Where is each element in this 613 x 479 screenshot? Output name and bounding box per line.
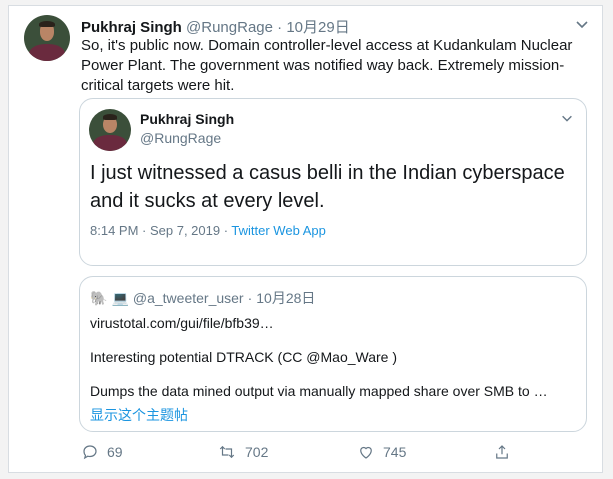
- chevron-down-icon[interactable]: [574, 16, 590, 32]
- second-quoted-tweet[interactable]: 🐘 💻 @a_tweeter_user · 10月28日 virustotal.…: [79, 276, 587, 432]
- like-count: 745: [383, 444, 407, 460]
- author-avatar[interactable]: [24, 15, 70, 61]
- second-quote-avatar[interactable]: 🐘: [90, 290, 107, 307]
- second-quote-header: 🐘 💻 @a_tweeter_user · 10月28日: [90, 288, 315, 308]
- header-separator: ·: [277, 19, 283, 36]
- tweet-actions: 69 702 745: [81, 443, 521, 465]
- share-icon: [496, 445, 508, 459]
- chevron-down-icon[interactable]: [560, 111, 574, 125]
- quoted-tweet[interactable]: Pukhraj Singh @RungRage I just witnessed…: [79, 98, 587, 266]
- tweet-header: Pukhraj Singh @RungRage · 10月29日: [81, 16, 350, 37]
- second-quote-line-1: virustotal.com/gui/file/bfb39…: [90, 315, 274, 331]
- tweet-card[interactable]: Pukhraj Singh @RungRage · 10月29日 So, it'…: [8, 5, 603, 473]
- tweet-date[interactable]: 10月29日: [286, 19, 349, 36]
- share-button[interactable]: [493, 443, 519, 461]
- retweet-icon: [219, 445, 235, 459]
- second-quote-handle[interactable]: @a_tweeter_user: [133, 290, 244, 306]
- like-button[interactable]: 745: [357, 443, 406, 461]
- author-name[interactable]: Pukhraj Singh: [81, 19, 182, 36]
- second-quote-separator: ·: [247, 290, 253, 306]
- retweet-button[interactable]: 702: [217, 443, 268, 461]
- reply-count: 69: [107, 444, 123, 460]
- reply-button[interactable]: 69: [81, 443, 123, 461]
- show-thread-link[interactable]: 显示这个主题帖: [90, 405, 188, 425]
- quoted-author-avatar[interactable]: [89, 109, 131, 151]
- like-icon: [360, 446, 372, 459]
- quoted-tweet-meta: 8:14 PM · Sep 7, 2019 · Twitter Web App: [90, 223, 326, 238]
- tweet-text: So, it's public now. Domain controller-l…: [81, 37, 573, 94]
- quoted-tweet-source[interactable]: Twitter Web App: [231, 223, 325, 238]
- second-quote-name[interactable]: 💻: [111, 290, 128, 307]
- second-quote-line-2: Interesting potential DTRACK (CC @Mao_Wa…: [90, 349, 398, 365]
- reply-icon: [83, 445, 97, 460]
- author-handle[interactable]: @RungRage: [186, 19, 273, 36]
- second-quote-date[interactable]: 10月28日: [256, 288, 315, 308]
- quoted-tweet-timestamp[interactable]: 8:14 PM · Sep 7, 2019 ·: [90, 223, 231, 238]
- quoted-tweet-text: I just witnessed a casus belli in the In…: [90, 162, 565, 212]
- second-quote-line-3: Dumps the data mined output via manually…: [90, 383, 548, 399]
- quoted-author-handle[interactable]: @RungRage: [140, 130, 221, 146]
- quoted-author-name[interactable]: Pukhraj Singh: [140, 111, 234, 127]
- retweet-count: 702: [245, 444, 269, 460]
